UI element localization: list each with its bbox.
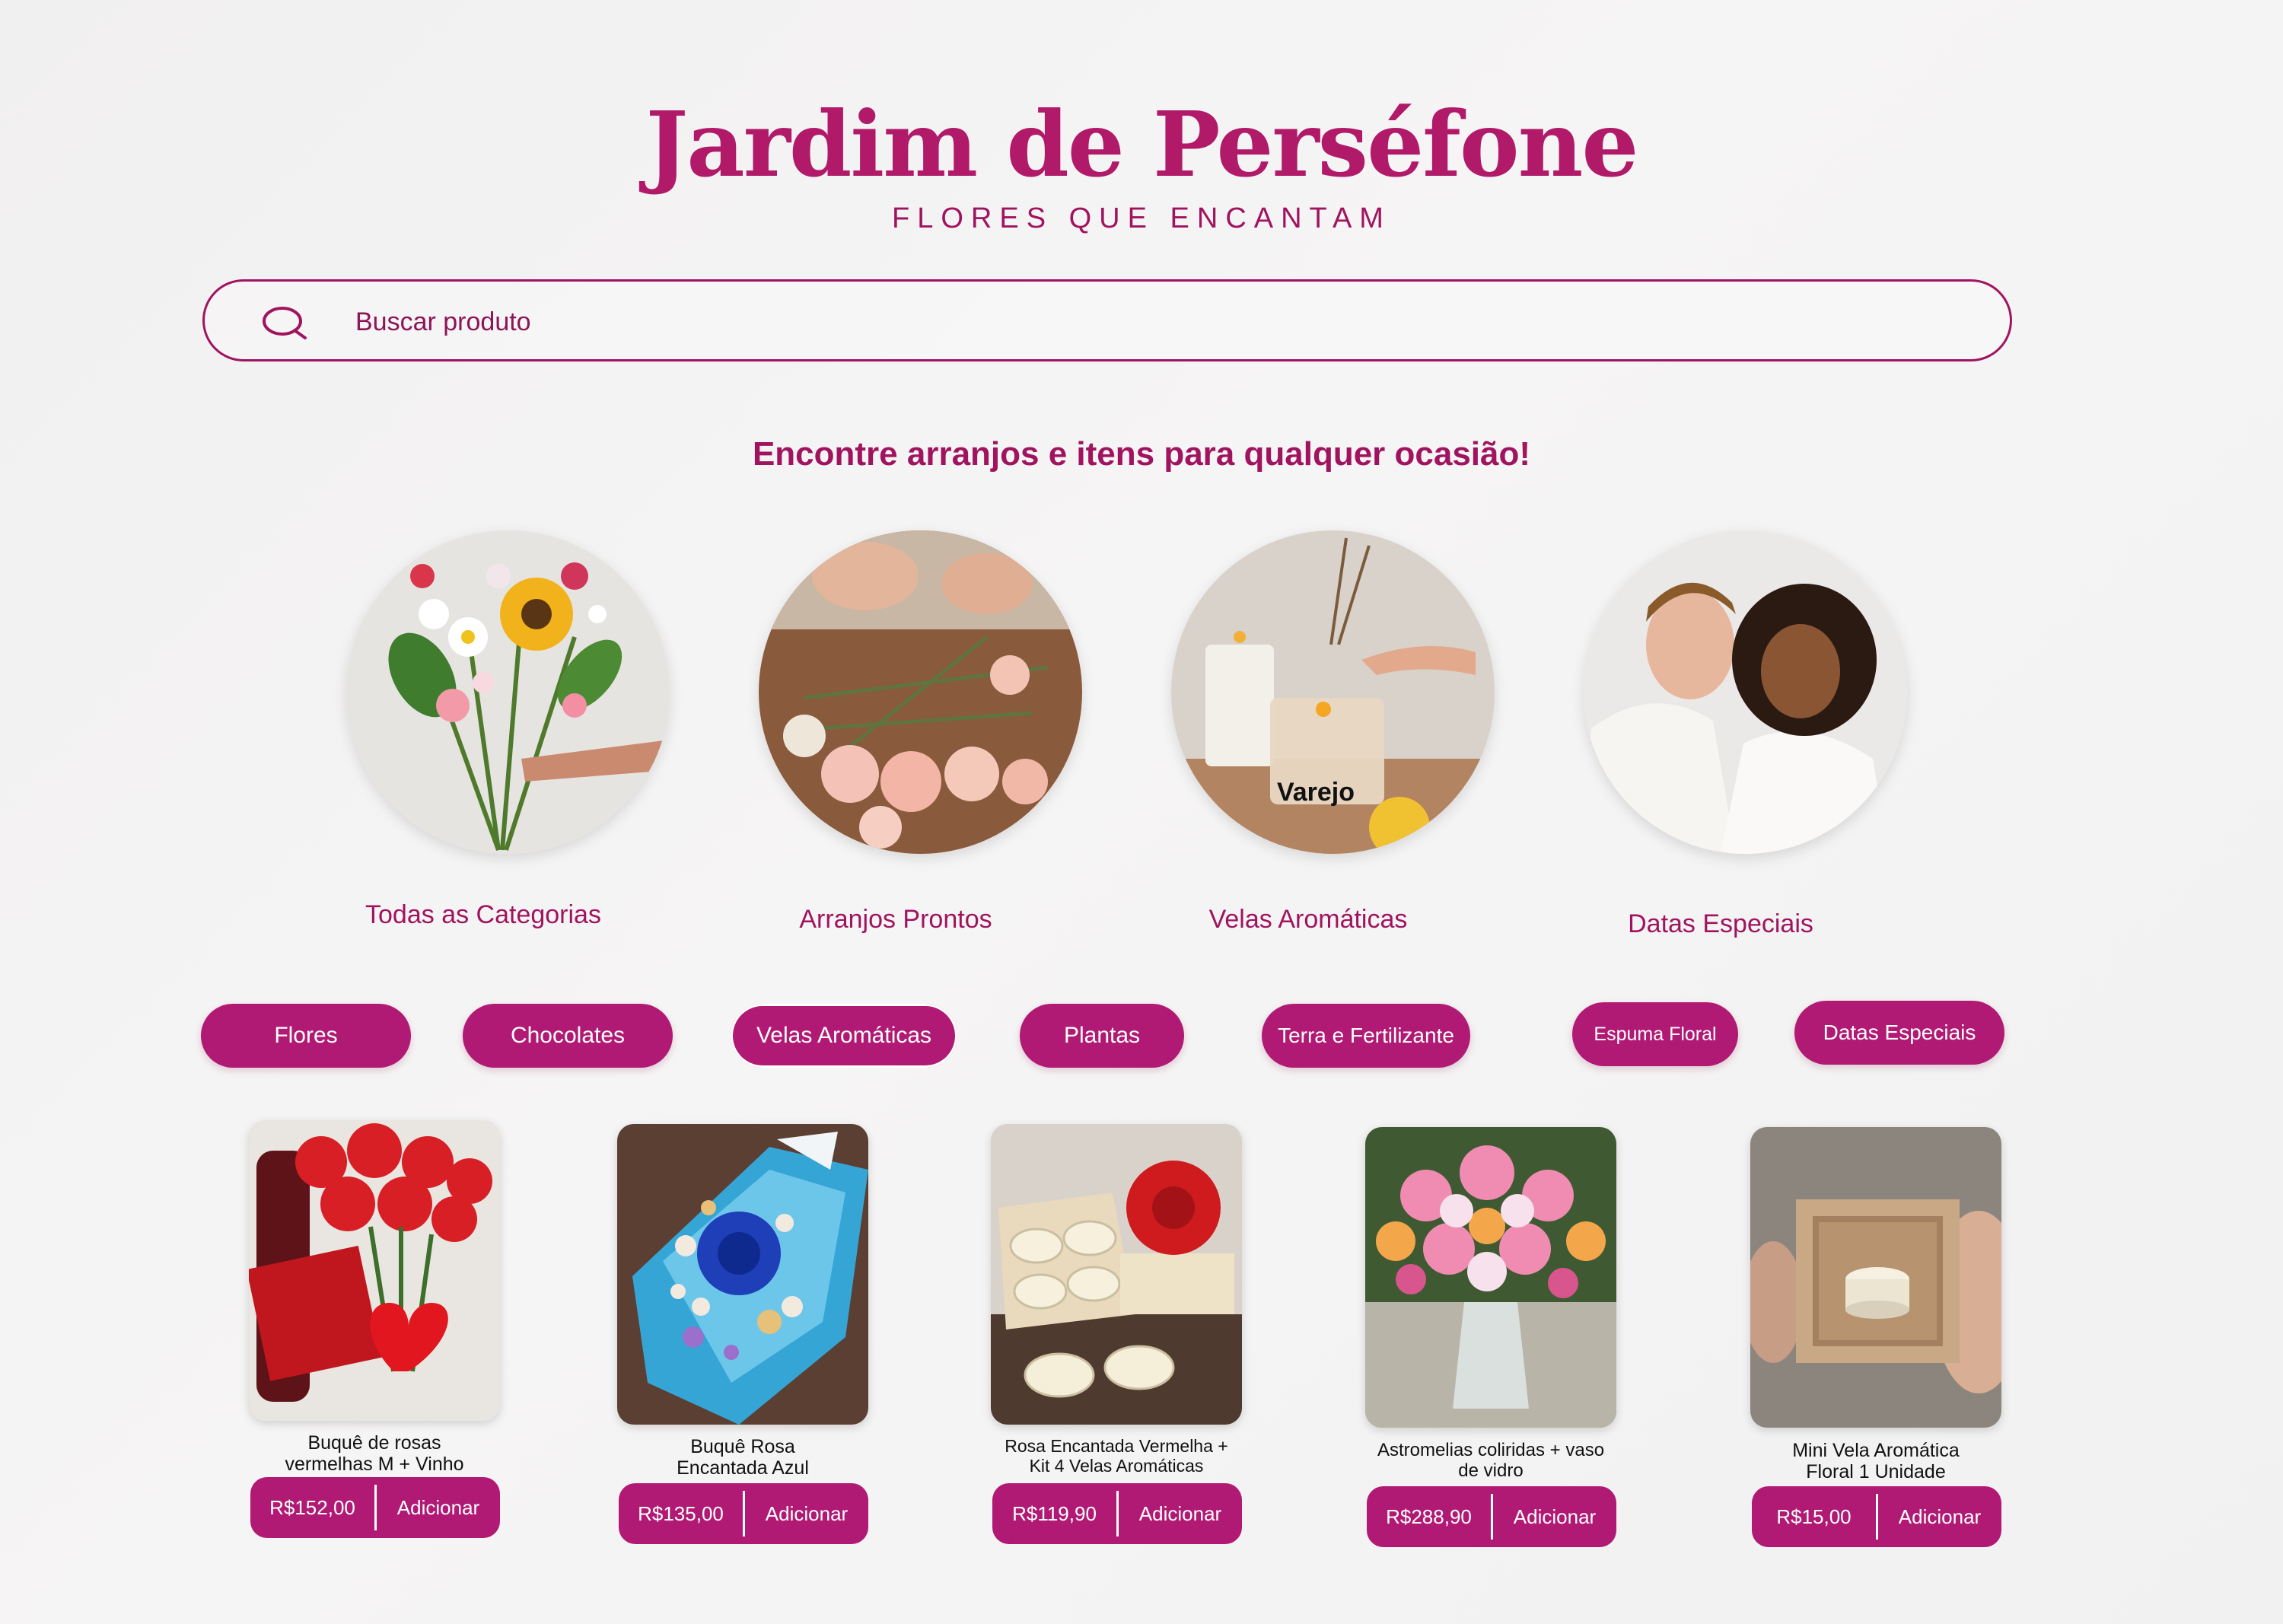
product-image-rose-candles[interactable] <box>991 1124 1242 1425</box>
product-name: Mini Vela Aromática Floral 1 Unidade <box>1735 1440 2017 1482</box>
category-overlay-text: Varejo <box>1277 778 1355 807</box>
add-label[interactable]: Adicionar <box>1878 1505 2001 1529</box>
add-to-cart-button[interactable]: R$119,90 Adicionar <box>992 1483 1242 1544</box>
product-image-roses-wine[interactable] <box>249 1120 500 1421</box>
category-image-candles[interactable]: Varejo <box>1171 530 1495 854</box>
category-image-couple[interactable] <box>1584 530 1907 854</box>
category-image-arrangements[interactable] <box>759 530 1082 854</box>
category-label[interactable]: Arranjos Prontos <box>683 905 1109 935</box>
search-input[interactable] <box>354 297 1879 347</box>
category-label[interactable]: Velas Aromáticas <box>1095 905 1521 935</box>
product-name: Rosa Encantada Vermelha + Kit 4 Velas Ar… <box>976 1436 1257 1476</box>
product-name: Astromelias coliridas + vaso de vidro <box>1350 1440 1632 1481</box>
add-to-cart-button[interactable]: R$288,90 Adicionar <box>1367 1486 1616 1547</box>
add-label[interactable]: Adicionar <box>1493 1505 1616 1529</box>
product-image-alstroemeria[interactable] <box>1365 1127 1616 1428</box>
brand-header: Jardim de Perséfone FLORES QUE ENCANTAM <box>0 91 2283 235</box>
product-price: R$152,00 <box>269 1495 355 1519</box>
category-image-flowers[interactable] <box>346 530 670 854</box>
product-name-line: de vidro <box>1458 1460 1524 1481</box>
add-label[interactable]: Adicionar <box>377 1496 500 1520</box>
product-image-blue-rose[interactable] <box>617 1124 868 1425</box>
product-name-line: Astromelias coliridas + vaso <box>1377 1440 1605 1460</box>
filter-chocolates[interactable]: Chocolates <box>463 1004 673 1068</box>
product-name: Buquê Rosa Encantada Azul <box>602 1436 884 1479</box>
product-price: R$119,90 <box>1012 1501 1097 1525</box>
product-name-line: vermelhas M + Vinho <box>285 1454 464 1475</box>
brand-tagline: FLORES QUE ENCANTAM <box>892 202 1391 234</box>
product-price: R$15,00 <box>1776 1505 1852 1528</box>
add-to-cart-button[interactable]: R$15,00 Adicionar <box>1752 1486 2001 1547</box>
search-icon[interactable] <box>261 304 310 341</box>
product-name-line: Floral 1 Unidade <box>1806 1461 1946 1482</box>
filter-flores[interactable]: Flores <box>201 1004 411 1068</box>
product-name-line: Buquê de rosas <box>307 1432 441 1454</box>
section-heading: Encontre arranjos e itens para qualquer … <box>752 435 1531 473</box>
product-image-mini-candle[interactable] <box>1750 1127 2001 1428</box>
product-name-line: Kit 4 Velas Aromáticas <box>1029 1456 1204 1476</box>
filter-datas-especiais[interactable]: Datas Especiais <box>1794 1001 2004 1065</box>
brand-logo-title: Jardim de Perséfone <box>645 91 1638 197</box>
filter-terra-fertilizante[interactable]: Terra e Fertilizante <box>1262 1004 1470 1068</box>
product-name-line: Rosa Encantada Vermelha + <box>1005 1436 1228 1456</box>
filter-velas-aromaticas[interactable]: Velas Aromáticas <box>731 1004 957 1068</box>
product-price: R$135,00 <box>638 1501 724 1525</box>
product-name-line: Mini Vela Aromática <box>1792 1440 1960 1461</box>
filter-espuma-floral[interactable]: Espuma Floral <box>1572 1002 1738 1066</box>
add-label[interactable]: Adicionar <box>745 1502 868 1526</box>
product-name-line: Encantada Azul <box>677 1457 809 1479</box>
category-label[interactable]: Todas as Categorias <box>270 900 696 930</box>
product-name: Buquê de rosas vermelhas M + Vinho <box>234 1432 515 1475</box>
add-to-cart-button[interactable]: R$152,00 Adicionar <box>250 1477 500 1538</box>
search-bar[interactable] <box>202 279 2012 361</box>
add-label[interactable]: Adicionar <box>1119 1502 1242 1526</box>
product-price: R$288,90 <box>1386 1505 1472 1528</box>
product-name-line: Buquê Rosa <box>690 1436 795 1457</box>
category-label[interactable]: Datas Especiais <box>1508 909 1934 939</box>
filter-plantas[interactable]: Plantas <box>1020 1004 1184 1068</box>
add-to-cart-button[interactable]: R$135,00 Adicionar <box>619 1483 868 1544</box>
